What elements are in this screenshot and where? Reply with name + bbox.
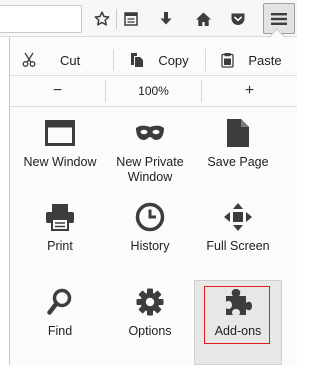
pocket-button[interactable] — [225, 6, 251, 32]
reading-list-button[interactable] — [118, 6, 144, 32]
find-label: Find — [47, 324, 73, 338]
copy-button[interactable]: Copy — [114, 45, 205, 75]
paste-button[interactable]: Paste — [206, 45, 297, 75]
downloads-button[interactable] — [153, 6, 179, 32]
toolbar-separator — [116, 9, 117, 29]
new-window-label: New Window — [23, 155, 97, 169]
divider — [10, 75, 297, 76]
history-button[interactable]: History — [106, 201, 194, 254]
history-label: History — [130, 239, 170, 253]
paste-label: Paste — [248, 52, 282, 68]
cut-label: Cut — [60, 52, 81, 68]
pocket-icon — [231, 13, 245, 25]
window-icon — [45, 120, 75, 146]
options-button[interactable]: Options — [106, 286, 194, 339]
star-icon — [94, 11, 110, 26]
new-window-button[interactable]: New Window — [16, 117, 104, 170]
full-screen-button[interactable]: Full Screen — [194, 201, 282, 254]
fullscreen-arrows-icon — [224, 203, 252, 231]
private-mask-icon — [136, 125, 164, 140]
zoom-controls: − 100% + — [10, 77, 297, 105]
highlight-outline — [204, 286, 270, 344]
new-private-window-label: New Private Window — [116, 155, 184, 184]
printer-icon — [46, 204, 74, 231]
divider — [10, 106, 297, 107]
home-icon — [195, 12, 211, 26]
zoom-reset-button[interactable]: 100% — [106, 84, 201, 98]
copy-icon — [131, 53, 144, 67]
clock-icon — [135, 202, 165, 232]
full-screen-label: Full Screen — [206, 239, 270, 253]
download-icon — [160, 12, 172, 25]
cut-button[interactable]: Cut — [10, 45, 113, 75]
browser-toolbar — [0, 0, 297, 37]
save-page-button[interactable]: Save Page — [194, 117, 282, 170]
open-menu-button[interactable] — [263, 3, 295, 34]
hamburger-menu-icon — [271, 12, 287, 25]
zoom-out-button[interactable]: − — [10, 77, 105, 105]
find-button[interactable]: Find — [16, 286, 104, 339]
reading-list-icon — [124, 12, 138, 26]
zoom-in-button[interactable]: + — [202, 77, 297, 105]
new-private-window-button[interactable]: New Private Window — [106, 117, 194, 185]
magnifier-icon — [47, 288, 72, 315]
options-label: Options — [128, 324, 172, 338]
scissors-icon — [22, 52, 36, 67]
print-button[interactable]: Print — [16, 201, 104, 254]
save-page-label: Save Page — [207, 155, 269, 169]
clipboard-icon — [221, 53, 235, 68]
edit-controls: Cut Copy Paste — [10, 45, 297, 75]
copy-label: Copy — [158, 52, 189, 68]
url-bar[interactable] — [0, 5, 82, 33]
save-page-icon — [227, 119, 249, 147]
home-button[interactable] — [190, 6, 216, 32]
bookmark-star-button[interactable] — [89, 6, 115, 32]
print-label: Print — [47, 239, 73, 253]
gear-icon — [136, 288, 164, 316]
